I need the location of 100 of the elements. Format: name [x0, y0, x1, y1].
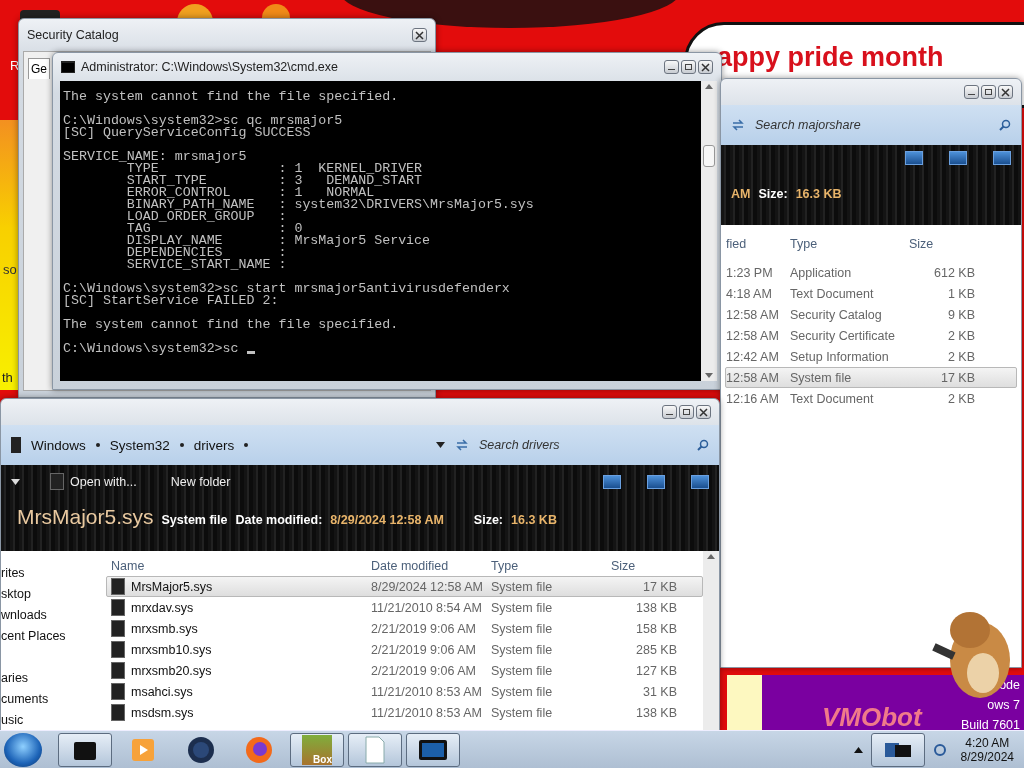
- table-cell-text: 2 KB: [946, 391, 976, 406]
- file-row[interactable]: MrsMajor5.sys 8/29/2024 12:58 AM System file 17 KB: [106, 576, 703, 597]
- search-field[interactable]: Search drivers: [479, 438, 709, 452]
- table-cell-text: System file: [491, 600, 554, 615]
- table-cell-text: 12:42 AM: [726, 349, 780, 364]
- taskbar-button[interactable]: [406, 732, 460, 767]
- taskbar-button[interactable]: Box: [290, 732, 344, 767]
- nav-item[interactable]: rites: [1, 563, 25, 584]
- minimize-button[interactable]: [662, 405, 677, 419]
- console-line: SERVICE_NAME: mrsmajor5: [63, 151, 248, 163]
- close-button[interactable]: [998, 85, 1013, 99]
- file-row[interactable]: 12:42 AM Setup Information 2 KB: [725, 346, 1017, 367]
- column-header[interactable]: Size: [611, 558, 681, 573]
- file-row[interactable]: mrxdav.sys 11/21/2010 8:54 AM System file 138 KB: [106, 597, 703, 618]
- file-row[interactable]: 12:58 AM Security Catalog 9 KB: [725, 304, 1017, 325]
- detail-text: AM: [731, 187, 751, 201]
- detail-value: 16.3 KB: [511, 513, 557, 527]
- window-title: Administrator: C:\Windows\System32\cmd.exe: [81, 60, 340, 74]
- console-line: The system cannot find the file specified.: [63, 91, 400, 103]
- detail-value: 8/29/2024 12:58 AM: [330, 513, 444, 527]
- console-line: C:\Windows\system32>sc: [63, 343, 239, 355]
- refresh-icon[interactable]: [731, 119, 745, 131]
- nav-item[interactable]: usic: [1, 710, 24, 731]
- console-line: C:\Windows\system32>sc start mrsmajor5antivirusdefenderx: [63, 283, 511, 295]
- table-cell-text: 158 KB: [635, 621, 678, 636]
- close-button[interactable]: [696, 405, 711, 419]
- file-row[interactable]: mrxsmb10.sys 2/21/2019 9:06 AM System file 285 KB: [106, 639, 703, 660]
- table-cell-text: System file: [790, 370, 853, 385]
- file-row[interactable]: mrxsmb20.sys 2/21/2019 9:06 AM System file 127 KB: [106, 660, 703, 681]
- toolbar-button[interactable]: New folder: [166, 472, 235, 491]
- close-button[interactable]: [698, 60, 713, 74]
- tray-button[interactable]: [870, 732, 925, 767]
- file-icon: [111, 599, 125, 616]
- toolbar-button[interactable]: Open with...: [46, 471, 141, 492]
- dropdown-icon[interactable]: [436, 442, 445, 448]
- nav-item[interactable]: sktop: [1, 584, 31, 605]
- file-name: mrxsmb20.sys: [111, 662, 371, 679]
- file-row[interactable]: 12:58 AM Security Certificate 2 KB: [725, 325, 1017, 346]
- scroll-down-icon[interactable]: [705, 373, 713, 378]
- file-name: msdsm.sys: [111, 704, 371, 721]
- file-row[interactable]: mrxsmb.sys 2/21/2019 9:06 AM System file 158 KB: [106, 618, 703, 639]
- table-cell-text: 1 KB: [946, 286, 976, 301]
- clock[interactable]: 4:20 AM 8/29/2024: [954, 735, 1020, 764]
- console-line: ERROR_CONTROL : 1 NORMAL: [125, 187, 375, 199]
- table-cell-text: 2/21/2019 9:06 AM: [371, 663, 477, 678]
- nav-item[interactable]: cent Places: [1, 626, 66, 647]
- column-header[interactable]: Name: [111, 558, 371, 573]
- scroll-thumb[interactable]: [703, 145, 715, 167]
- text-cursor: [246, 351, 255, 354]
- column-header[interactable]: Type: [491, 558, 611, 573]
- file-icon: [111, 662, 125, 679]
- column-header[interactable]: fied: [726, 236, 790, 251]
- file-icon: [111, 578, 125, 595]
- nav-item[interactable]: cuments: [1, 689, 49, 710]
- file-icon: [111, 620, 125, 637]
- file-row[interactable]: msdsm.sys 11/21/2010 8:53 AM System file 138 KB: [106, 702, 703, 723]
- refresh-icon[interactable]: [455, 439, 469, 451]
- console-line: TYPE : 1 KERNEL_DRIVER: [126, 163, 424, 175]
- table-cell-text: 138 KB: [635, 600, 678, 615]
- dropdown-icon[interactable]: [11, 478, 20, 485]
- scroll-up-icon[interactable]: [707, 554, 715, 559]
- file-row[interactable]: 4:18 AM Text Document 1 KB: [725, 283, 1017, 304]
- breadcrumb[interactable]: Windows: [31, 437, 86, 453]
- column-header[interactable]: Date modified: [371, 558, 491, 573]
- tab[interactable]: Ge: [28, 58, 50, 79]
- minimize-button[interactable]: [964, 85, 979, 99]
- view-icon[interactable]: [603, 474, 621, 489]
- breadcrumb[interactable]: System32: [109, 437, 170, 453]
- file-row[interactable]: 1:23 PM Application 612 KB: [725, 262, 1017, 283]
- file-row[interactable]: 12:16 AM Text Document 2 KB: [725, 388, 1017, 409]
- nav-item[interactable]: wnloads: [1, 605, 47, 626]
- close-button[interactable]: [412, 28, 427, 42]
- file-row[interactable]: 12:58 AM System file 17 KB: [725, 367, 1017, 388]
- console-line: The system cannot find the file specified.: [63, 319, 400, 331]
- maximize-button[interactable]: [981, 85, 996, 99]
- table-cell-text: 12:58 AM: [726, 370, 780, 385]
- nav-item[interactable]: aries: [1, 668, 29, 689]
- table-cell-text: System file: [491, 621, 554, 636]
- maximize-button[interactable]: [681, 60, 696, 74]
- column-header[interactable]: Size: [909, 236, 979, 251]
- breadcrumb[interactable]: drivers: [193, 437, 235, 453]
- console-line: [SC] StartService FAILED 2:: [63, 295, 280, 307]
- console-line: DISPLAY_NAME : MrsMajor5 Service: [125, 235, 432, 247]
- file-name: msahci.sys: [111, 683, 371, 700]
- start-button[interactable]: [4, 732, 42, 767]
- table-cell-text: 11/21/2010 8:53 AM: [371, 705, 483, 720]
- tray-arrow-icon[interactable]: [853, 746, 863, 753]
- maximize-button[interactable]: [679, 405, 694, 419]
- file-row[interactable]: msahci.sys 11/21/2010 8:53 AM System file 31 KB: [106, 681, 703, 702]
- table-cell-text: 2 KB: [946, 328, 976, 343]
- detail-label: Date modified:: [235, 513, 323, 527]
- console-line: C:\Windows\system32>sc qc mrsmajor5: [63, 115, 344, 127]
- table-cell-text: 12:58 AM: [726, 307, 780, 322]
- watermark-text: Build 7601: [960, 718, 1020, 732]
- console-line: [SC] QueryServiceConfig SUCCESS: [63, 127, 311, 139]
- scroll-up-icon[interactable]: [705, 84, 713, 89]
- column-header[interactable]: Type: [790, 236, 909, 251]
- separator-icon: [179, 443, 184, 447]
- taskbar-button[interactable]: [58, 732, 112, 767]
- minimize-button[interactable]: [664, 60, 679, 74]
